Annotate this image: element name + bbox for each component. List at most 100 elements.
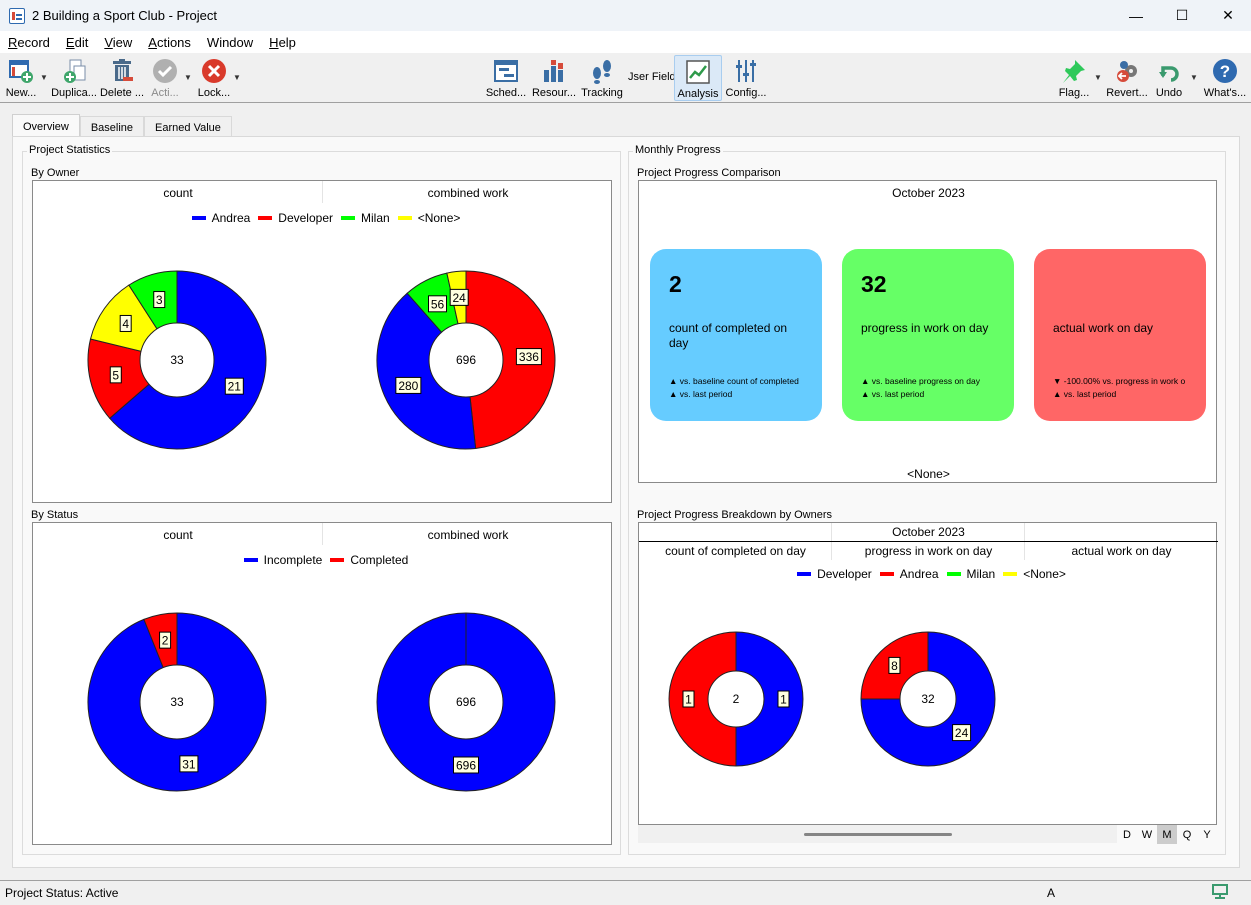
toolbar: New... ▼ Duplica... Delete ... Acti... ▼… <box>0 53 1251 103</box>
progress-comparison-panel: October 2023 2 count of completed on day… <box>638 180 1217 483</box>
period-selector: D W M Q Y <box>1117 825 1217 844</box>
flag-label: Flag... <box>1058 87 1090 99</box>
actions-label: Acti... <box>151 87 179 99</box>
revert-button[interactable]: Revert... <box>1104 55 1150 101</box>
breakdown-work-donut: 32 24 8 <box>860 631 996 767</box>
period-week-button[interactable]: W <box>1137 825 1157 844</box>
donut-total-label: 33 <box>170 695 184 709</box>
period-day-button[interactable]: D <box>1117 825 1137 844</box>
resources-button[interactable]: Resour... <box>530 55 578 101</box>
data-label: 56 <box>431 297 445 311</box>
tracking-button[interactable]: Tracking <box>580 55 624 101</box>
analysis-button[interactable]: Analysis <box>674 55 722 101</box>
donut-total-label: 33 <box>170 353 184 367</box>
legend-swatch <box>330 558 345 562</box>
whats-this-button[interactable]: ? What's... <box>1201 55 1249 101</box>
chevron-down-icon[interactable]: ▼ <box>1190 73 1198 82</box>
resources-bar-icon <box>540 57 568 85</box>
kpi-comparison-line: ▲ vs. last period <box>669 389 733 399</box>
menu-window[interactable]: Window <box>199 35 261 50</box>
monthly-progress-label: Monthly Progress <box>633 144 723 156</box>
status-work-donut: 696 696 <box>376 612 556 792</box>
kpi-card-actual-work[interactable]: actual work on day ▼ -100.00% vs. progre… <box>1034 249 1206 421</box>
app-icon <box>9 7 25 24</box>
scrollbar-thumb[interactable] <box>804 833 952 836</box>
data-label: 2 <box>162 634 169 648</box>
tracking-label: Tracking <box>581 87 623 99</box>
kpi-value: 32 <box>861 271 887 297</box>
cancel-icon <box>200 57 228 85</box>
owner-work-donut: 696 336 280 56 24 <box>376 270 556 450</box>
undo-label: Undo <box>1155 87 1183 99</box>
legend-item: <None> <box>417 211 461 225</box>
period-year-button[interactable]: Y <box>1197 825 1217 844</box>
maximize-button[interactable]: ☐ <box>1159 0 1205 31</box>
menu-edit[interactable]: Edit <box>58 35 96 50</box>
legend-swatch <box>258 216 273 220</box>
tab-strip: Overview Baseline Earned Value <box>12 114 232 138</box>
by-status-chart: count combined work Incomplete Completed… <box>32 522 612 845</box>
flag-button[interactable]: Flag... <box>1056 55 1092 101</box>
undo-button[interactable]: Undo <box>1154 55 1184 101</box>
kpi-card-completed[interactable]: 2 count of completed on day ▲ vs. baseli… <box>650 249 822 421</box>
legend-swatch <box>341 216 355 220</box>
chevron-down-icon[interactable]: ▼ <box>40 73 48 82</box>
legend-item: Developer <box>817 567 872 581</box>
kpi-name: progress in work on day <box>861 321 989 335</box>
period-quarter-button[interactable]: Q <box>1177 825 1197 844</box>
tab-overview[interactable]: Overview <box>12 114 80 138</box>
minimize-button[interactable]: — <box>1113 0 1159 31</box>
actions-button[interactable]: Acti... <box>148 55 182 101</box>
menu-mnemonic: V <box>104 34 113 50</box>
data-label: 8 <box>891 659 898 673</box>
menu-mnemonic: E <box>65 34 75 50</box>
menu-actions[interactable]: Actions <box>140 35 199 50</box>
help-question-icon: ? <box>1211 57 1239 85</box>
kpi-comparison-line: ▲ vs. last period <box>861 389 925 399</box>
kpi-comparison-line: ▼ -100.00% vs. progress in work o <box>1053 376 1186 386</box>
menu-record[interactable]: Record <box>0 35 58 50</box>
delete-label: Delete ... <box>99 87 145 99</box>
column-separator <box>831 523 832 541</box>
lock-label: Lock... <box>197 87 231 99</box>
chevron-down-icon[interactable]: ▼ <box>1094 73 1102 82</box>
status-bar: Project Status: Active A <box>0 880 1251 905</box>
menu-mnemonic: R <box>8 34 18 50</box>
new-button[interactable]: New... <box>4 55 38 101</box>
legend-item: Milan <box>966 567 996 581</box>
tab-baseline[interactable]: Baseline <box>79 116 145 138</box>
pushpin-icon <box>1060 57 1088 85</box>
menu-help[interactable]: Help <box>261 35 304 50</box>
close-button[interactable]: ✕ <box>1205 0 1251 31</box>
kpi-card-progress[interactable]: 32 progress in work on day ▲ vs. baselin… <box>842 249 1014 421</box>
period-month-button[interactable]: M <box>1157 825 1177 844</box>
legend-item: Incomplete <box>263 553 323 567</box>
lock-button[interactable]: Lock... <box>196 55 232 101</box>
column-header: combined work <box>427 528 509 542</box>
by-owner-chart: count combined work Andrea Developer Mil… <box>32 180 612 503</box>
title-bar: 2 Building a Sport Club - Project — ☐ ✕ <box>0 0 1251 31</box>
kpi-name: actual work on day <box>1053 321 1154 335</box>
schedule-button[interactable]: Sched... <box>484 55 528 101</box>
window-title: 2 Building a Sport Club - Project <box>32 8 217 23</box>
legend-swatch <box>191 216 206 220</box>
period-header: October 2023 <box>892 525 965 539</box>
menu-label: ecord <box>17 34 50 50</box>
chevron-down-icon[interactable]: ▼ <box>184 73 192 82</box>
project-status-text: Project Status: Active <box>5 886 119 900</box>
tab-earned-value[interactable]: Earned Value <box>144 116 232 138</box>
data-label: 3 <box>156 293 163 307</box>
menu-view[interactable]: View <box>96 35 140 50</box>
delete-button[interactable]: Delete ... <box>99 55 145 101</box>
menu-mnemonic: A <box>148 34 157 50</box>
column-separator <box>1024 523 1025 541</box>
period-header: October 2023 <box>892 186 965 200</box>
horizontal-scrollbar[interactable] <box>638 825 1117 843</box>
data-label: 1 <box>780 693 787 707</box>
trash-icon <box>108 57 136 85</box>
legend-item: Andrea <box>899 567 939 581</box>
duplicate-button[interactable]: Duplica... <box>51 55 97 101</box>
chevron-down-icon[interactable]: ▼ <box>233 73 241 82</box>
config-button[interactable]: Config... <box>724 55 768 101</box>
undo-arrow-icon <box>1155 57 1183 85</box>
